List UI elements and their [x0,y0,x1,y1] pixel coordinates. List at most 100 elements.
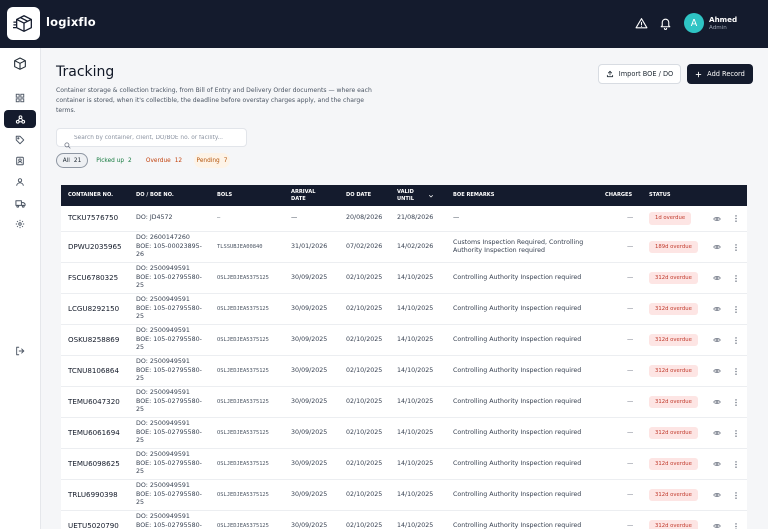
eye-icon[interactable] [711,480,723,510]
do-number: DO: 2500949591 [136,420,190,428]
do-date: 02/10/2025 [346,428,383,436]
eye-icon[interactable] [711,206,723,231]
sidebar-item-contacts[interactable] [4,152,36,170]
header-container[interactable]: CONTAINER NO. [68,185,113,206]
avatar[interactable]: A [684,13,704,33]
sidebar-logo-item[interactable] [4,55,36,73]
table-row[interactable]: LCGU8292150 DO: 2500949591 BOE: 105-027955… [61,294,747,325]
eye-icon[interactable] [711,449,723,479]
container-number[interactable]: DPWU2035965 [68,232,122,262]
container-number[interactable]: LCGU8292150 [68,294,119,324]
header-arrival[interactable]: ARRIVAL DATE [291,185,315,206]
charges-cell: — [627,304,634,312]
arrival-date: 30/09/2025 [291,335,328,343]
container-number[interactable]: TEMU6047320 [68,387,120,417]
add-record-button[interactable]: Add Record [687,64,753,84]
do-boe-cell: DO: 2500949591BOE: 105-02795580-25 [136,263,214,293]
table-row[interactable]: DPWU2035965 DO: 2600147260 BOE: 105-000238… [61,232,747,263]
filter-all[interactable]: All 21 [56,153,88,168]
sidebar-item-tracking[interactable] [4,110,36,128]
header-valid-l2: UNTIL [397,195,415,202]
more-vertical-icon[interactable] [731,418,741,448]
charges-cell: — [627,366,634,374]
more-vertical-icon[interactable] [731,356,741,386]
arrival-date: 30/09/2025 [291,397,328,405]
more-vertical-icon[interactable] [731,232,741,262]
table-row[interactable]: TEMU6098625 DO: 2500949591 BOE: 105-027955… [61,449,747,480]
status-badge: 1d overdue [649,212,692,225]
table-row[interactable]: UETU5020790 DO: 2500949591 BOE: 105-027955… [61,511,747,529]
valid-until: 14/10/2025 [397,335,434,343]
boe-number-cont: 25 [136,437,145,445]
more-vertical-icon[interactable] [731,206,741,231]
eye-icon[interactable] [711,263,723,293]
table-row[interactable]: TRLU6990398 DO: 2500949591 BOE: 105-027955… [61,480,747,511]
do-date: 02/10/2025 [346,273,383,281]
more-vertical-icon[interactable] [731,511,741,529]
boe-remarks: Controlling Authority Inspection require… [453,459,582,467]
valid-until: 14/10/2025 [397,490,434,498]
do-number: DO: 2600147260 [136,234,190,242]
status-badge: 189d overdue [649,240,698,254]
bell-icon[interactable] [657,15,673,31]
sort-chevron-icon [429,194,434,198]
eye-icon[interactable] [711,232,723,262]
container-number[interactable]: UETU5020790 [68,511,119,529]
container-number[interactable]: TCNU8106864 [68,356,119,386]
sidebar-item-logout[interactable] [4,342,36,360]
sidebar-item-settings[interactable] [4,215,36,233]
bols-cell: OSLJEDJEA5375125 [217,429,269,436]
import-boe-do-button[interactable]: Import BOE / DO [598,64,681,84]
search-input[interactable] [74,131,242,145]
header-do-date[interactable]: DO DATE [346,185,371,206]
table-row[interactable]: TEMU6061694 DO: 2500949591 BOE: 105-027955… [61,418,747,449]
table-row[interactable]: OSKU8258869 DO: 2500949591 BOE: 105-027955… [61,325,747,356]
status-cell: 312d overdue [649,356,698,386]
header-valid-until[interactable]: VALID UNTIL [397,185,439,206]
eye-icon[interactable] [711,356,723,386]
valid-until: 14/10/2025 [397,397,434,405]
charges-cell: — [627,335,634,343]
table-row[interactable]: TEMU6047320 DO: 2500949591 BOE: 105-027955… [61,387,747,418]
more-vertical-icon[interactable] [731,325,741,355]
header-do-boe[interactable]: DO / BOE NO. [136,185,174,206]
more-vertical-icon[interactable] [731,480,741,510]
sidebar-item-dashboard[interactable] [4,89,36,107]
filter-pending[interactable]: Pending 7 [194,153,230,168]
bols-cell: OSLJEDJEA5375125 [217,522,269,529]
more-vertical-icon[interactable] [731,449,741,479]
table-row[interactable]: TCKU7576750 DO: JD4572 – — 20/08/2026 21/08/2… [61,206,747,232]
more-vertical-icon[interactable] [731,294,741,324]
container-number[interactable]: TEMU6098625 [68,449,120,479]
more-vertical-icon[interactable] [731,263,741,293]
container-number[interactable]: TCKU7576750 [68,206,118,231]
table-row[interactable]: TCNU8106864 DO: 2500949591 BOE: 105-027955… [61,356,747,387]
header-charges[interactable]: CHARGES [605,185,632,206]
container-number[interactable]: FSCU6780325 [68,263,118,293]
brand-logo[interactable] [7,7,40,40]
table-row[interactable]: FSCU6780325 DO: 2500949591 BOE: 105-027955… [61,263,747,294]
sidebar-item-tags[interactable] [4,131,36,149]
filter-overdue[interactable]: Overdue 12 [143,153,185,168]
header-bols[interactable]: BOLS [217,185,232,206]
boe-remarks: Controlling Authority Inspection require… [453,273,582,281]
sidebar-item-users[interactable] [4,173,36,191]
more-vertical-icon[interactable] [731,387,741,417]
container-number[interactable]: TRLU6990398 [68,480,118,510]
eye-icon[interactable] [711,418,723,448]
eye-icon[interactable] [711,387,723,417]
eye-icon[interactable] [711,325,723,355]
alert-triangle-icon[interactable] [633,15,649,31]
filter-picked-up[interactable]: Picked up 2 [91,153,137,168]
container-number[interactable]: OSKU8258869 [68,325,119,355]
header-status[interactable]: STATUS [649,185,671,206]
eye-icon[interactable] [711,294,723,324]
do-number: DO: 2500949591 [136,482,190,490]
status-cell: 312d overdue [649,511,698,529]
filter-all-count: 21 [73,157,82,164]
container-number[interactable]: TEMU6061694 [68,418,120,448]
sidebar-item-transport[interactable] [4,194,36,212]
charges-cell: — [627,242,634,250]
eye-icon[interactable] [711,511,723,529]
header-boe-remarks[interactable]: BOE REMARKS [453,185,494,206]
